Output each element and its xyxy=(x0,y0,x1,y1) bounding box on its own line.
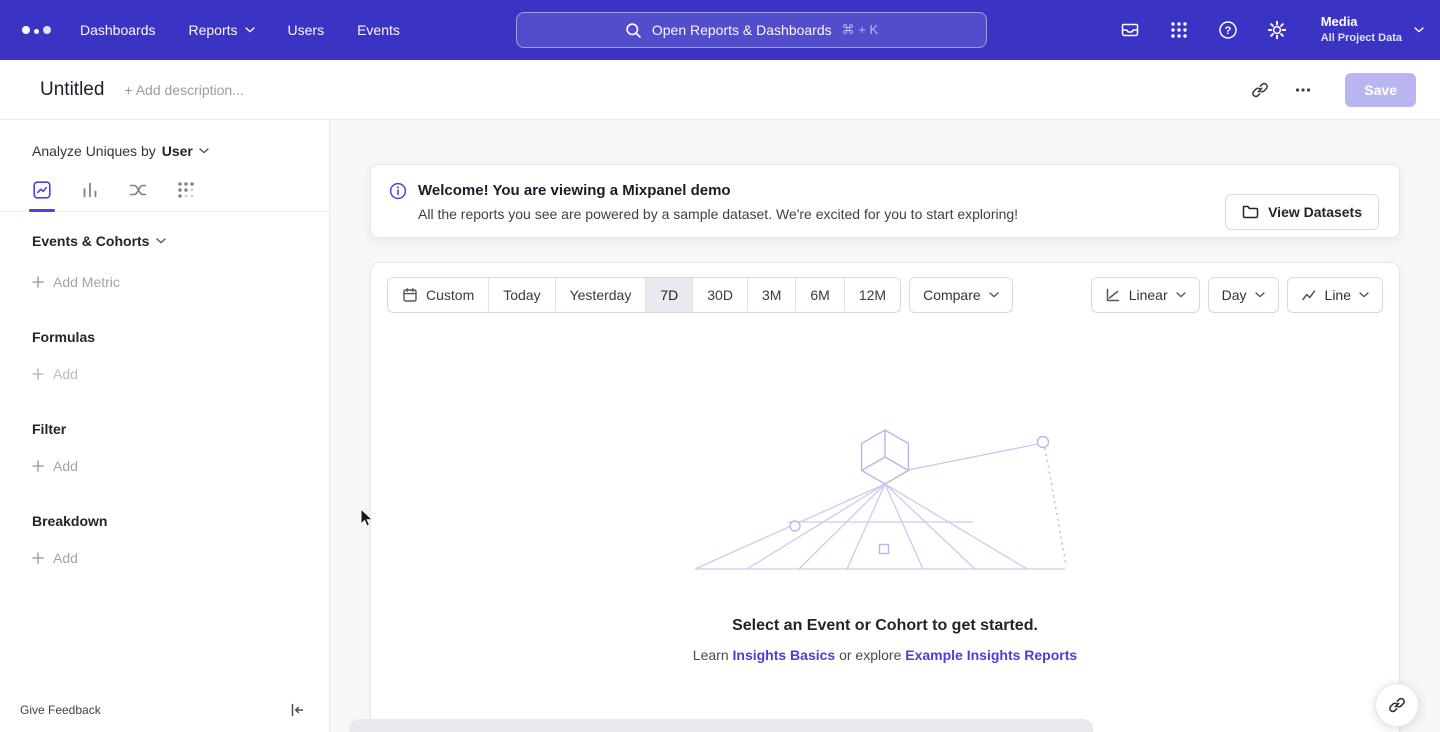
share-link-fab[interactable] xyxy=(1375,683,1419,727)
nav-item-users[interactable]: Users xyxy=(288,22,325,38)
retention-tab-icon xyxy=(176,180,196,200)
insights-basics-link[interactable]: Insights Basics xyxy=(733,647,836,663)
bottom-panel-edge xyxy=(349,719,1093,732)
formulas-section-header: Formulas xyxy=(32,329,329,345)
collapse-sidebar-button[interactable] xyxy=(289,702,305,718)
project-selector[interactable]: Media All Project Data xyxy=(1315,14,1424,45)
link-icon xyxy=(1251,81,1269,99)
measurement-tabs xyxy=(0,172,329,212)
tab-insights[interactable] xyxy=(31,172,53,211)
range-3m[interactable]: 3M xyxy=(747,278,795,312)
chevron-down-icon xyxy=(1414,27,1424,33)
chart-type-dropdown[interactable]: Line xyxy=(1287,277,1383,313)
example-insights-reports-link[interactable]: Example Insights Reports xyxy=(905,647,1077,663)
folder-icon xyxy=(1242,204,1259,219)
top-navbar: Dashboards Reports Users Events Open Rep… xyxy=(0,0,1440,60)
linear-scale-icon xyxy=(1105,287,1121,303)
empty-state-title: Select an Event or Cohort to get started… xyxy=(371,617,1399,635)
compare-dropdown[interactable]: Compare xyxy=(909,277,1013,313)
banner-title: Welcome! You are viewing a Mixpanel demo xyxy=(418,180,1018,201)
inbox-icon[interactable] xyxy=(1119,19,1141,41)
range-6m[interactable]: 6M xyxy=(795,278,843,312)
chevron-down-icon xyxy=(199,148,209,154)
range-12m[interactable]: 12M xyxy=(844,278,900,312)
give-feedback-link[interactable]: Give Feedback xyxy=(20,703,101,717)
chevron-down-icon xyxy=(1176,292,1186,298)
nav-item-events[interactable]: Events xyxy=(357,22,400,38)
global-search[interactable]: Open Reports & Dashboards ⌘ + K xyxy=(516,12,987,48)
chevron-down-icon xyxy=(156,238,166,244)
tab-funnels[interactable] xyxy=(79,172,101,211)
report-title[interactable]: Untitled xyxy=(40,79,104,101)
range-30d[interactable]: 30D xyxy=(692,278,747,312)
mixpanel-logo[interactable] xyxy=(20,18,56,42)
report-header: Untitled + Add description... Save xyxy=(0,60,1440,120)
gear-icon[interactable] xyxy=(1266,19,1288,41)
banner-body: All the reports you see are powered by a… xyxy=(418,204,1018,224)
search-icon xyxy=(625,22,642,39)
search-placeholder: Open Reports & Dashboards xyxy=(652,22,832,38)
query-builder-sidebar: Analyze Uniques by User Events & Cohorts… xyxy=(0,120,330,732)
apps-grid-icon[interactable] xyxy=(1168,19,1190,41)
plus-icon xyxy=(32,368,44,380)
help-icon[interactable]: ? xyxy=(1217,19,1239,41)
svg-text:?: ? xyxy=(1224,25,1231,37)
plus-icon xyxy=(32,460,44,472)
range-yesterday[interactable]: Yesterday xyxy=(555,278,646,312)
empty-state-illustration xyxy=(695,427,1075,577)
copy-link-button[interactable] xyxy=(1243,73,1277,107)
chevron-down-icon xyxy=(1359,292,1369,298)
view-datasets-button[interactable]: View Datasets xyxy=(1225,194,1379,230)
link-icon xyxy=(1388,696,1406,714)
flows-tab-icon xyxy=(128,180,148,200)
add-formula-button[interactable]: Add xyxy=(32,366,329,382)
add-filter-button[interactable]: Add xyxy=(32,458,329,474)
main-content: Welcome! You are viewing a Mixpanel demo… xyxy=(330,120,1440,732)
project-dataset: All Project Data xyxy=(1321,31,1402,45)
chevron-down-icon xyxy=(1255,292,1265,298)
tab-flows[interactable] xyxy=(127,172,149,211)
demo-banner: Welcome! You are viewing a Mixpanel demo… xyxy=(370,164,1400,238)
nav-item-reports[interactable]: Reports xyxy=(189,22,255,38)
filter-section-header: Filter xyxy=(32,421,329,437)
date-range-picker: Custom Today Yesterday 7D 30D 3M 6M 12M xyxy=(387,277,901,313)
info-icon xyxy=(389,182,407,200)
tab-retention[interactable] xyxy=(175,172,197,211)
plus-icon xyxy=(32,552,44,564)
empty-state-subtitle: Learn Insights Basics or explore Example… xyxy=(371,647,1399,663)
chart-toolbar: Custom Today Yesterday 7D 30D 3M 6M 12M … xyxy=(371,263,1399,327)
add-metric-button[interactable]: Add Metric xyxy=(32,274,329,290)
ellipsis-icon xyxy=(1294,81,1312,99)
nav-item-dashboards[interactable]: Dashboards xyxy=(80,22,156,38)
line-chart-icon xyxy=(1301,287,1317,303)
chevron-down-icon xyxy=(989,292,999,298)
breakdown-section-header: Breakdown xyxy=(32,513,329,529)
empty-state: Select an Event or Cohort to get started… xyxy=(371,427,1399,663)
funnels-tab-icon xyxy=(80,180,100,200)
project-name: Media xyxy=(1321,14,1402,31)
add-breakdown-button[interactable]: Add xyxy=(32,550,329,566)
report-description-placeholder[interactable]: + Add description... xyxy=(124,82,243,98)
search-shortcut: ⌘ + K xyxy=(842,22,879,38)
chevron-down-icon xyxy=(245,27,255,33)
range-custom[interactable]: Custom xyxy=(388,278,488,312)
analyze-by-dropdown[interactable]: User xyxy=(162,143,209,159)
insights-tab-icon xyxy=(32,180,52,200)
more-options-button[interactable] xyxy=(1286,73,1320,107)
insights-chart-card: Custom Today Yesterday 7D 30D 3M 6M 12M … xyxy=(370,262,1400,732)
plus-icon xyxy=(32,276,44,288)
collapse-sidebar-icon xyxy=(289,702,305,718)
interval-dropdown[interactable]: Day xyxy=(1208,277,1279,313)
calendar-icon xyxy=(402,287,418,303)
save-button[interactable]: Save xyxy=(1345,73,1416,107)
events-cohorts-section-header[interactable]: Events & Cohorts xyxy=(32,233,329,249)
range-today[interactable]: Today xyxy=(488,278,554,312)
range-7d[interactable]: 7D xyxy=(645,278,692,312)
analyze-label: Analyze Uniques by xyxy=(32,143,156,159)
scale-dropdown[interactable]: Linear xyxy=(1091,277,1200,313)
